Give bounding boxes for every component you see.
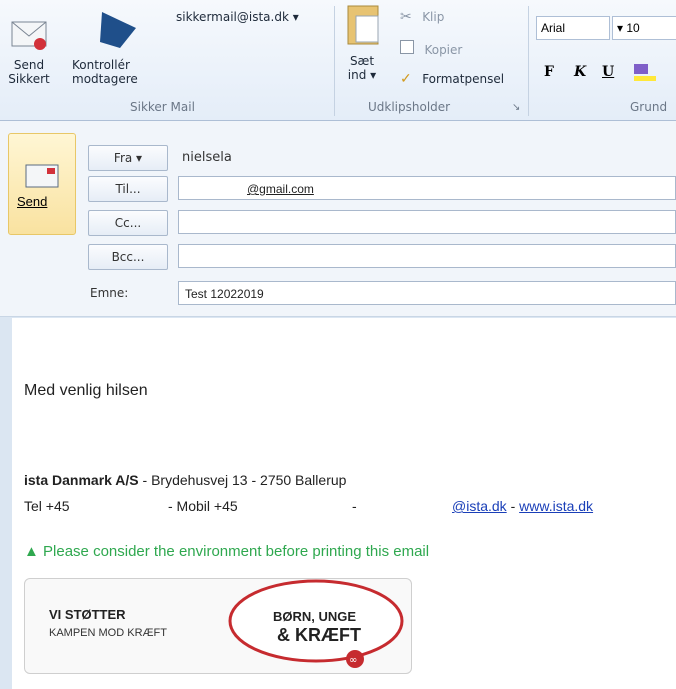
ribbon-separator [528,6,529,116]
signature-line-1: ista Danmark A/S - Brydehusvej 13 - 2750… [24,472,346,488]
tel-text: Tel +45 [24,498,70,514]
banner-left-title: VI STØTTER [49,607,126,622]
group-clipboard-label: Udklipsholder [368,100,451,114]
font-size-value: ▾ 10 [617,21,640,35]
environment-note-text: Please consider the environment before p… [43,543,430,560]
company-address: - Brydehusvej 13 - 2750 Ballerup [138,472,347,488]
clipboard-icon [347,5,379,45]
to-value: @gmail.com [247,182,314,196]
copy-icon [400,40,414,54]
banner-left-subtitle: KAMPEN MOD KRÆFT [49,627,167,639]
compose-window: Send Sikkert Kontrollér modtagere sikker… [0,0,676,689]
group-secure-mail-label: Sikker Mail [130,100,195,114]
email-link[interactable]: @ista.dk [452,498,507,514]
subject-label: Emne: [90,286,129,300]
font-size-select[interactable]: ▾ 10 [612,16,676,40]
highlight-icon[interactable] [634,64,660,82]
website-link[interactable]: www.ista.dk [519,498,593,514]
bold-button[interactable]: F [544,64,554,80]
send-button[interactable]: Send [8,133,76,235]
subject-value: Test 12022019 [185,287,264,301]
mobile-text: - Mobil +45 [168,498,238,514]
paste-label: Sæt ind ▾ [347,54,377,82]
cut-label: Klip [422,10,445,24]
recycle-tree-icon: ▲ [24,543,39,560]
check-recipients-button[interactable]: Kontrollér modtagere [72,8,168,94]
cc-field[interactable] [178,210,676,234]
copy-label: Kopier [424,43,463,57]
to-field[interactable]: @gmail.com [178,176,676,200]
shield-check-icon [100,12,136,48]
contact-links: @ista.dk - www.ista.dk [452,498,593,514]
send-label: Send [17,194,48,209]
dialog-launcher-icon[interactable]: ↘ [512,102,520,113]
separator-dash: - [352,498,357,514]
banner-right-subtitle: & KRÆFT [277,625,361,645]
font-name-value: Arial [541,21,566,35]
paste-button[interactable]: Sæt ind ▾ [342,2,386,94]
check-recipients-label: Kontrollér modtagere [72,58,138,86]
bcc-button[interactable]: Bcc... [88,244,168,270]
underline-button[interactable]: U [602,64,614,80]
link-separator: - [506,498,520,514]
secure-mail-icon [11,21,47,50]
environment-note: ▲ Please consider the environment before… [24,543,429,560]
ribbon-separator [334,6,335,116]
cut-button[interactable]: ✂ Klip [400,8,444,26]
italic-button[interactable]: K [574,64,586,80]
cc-button[interactable]: Cc... [88,210,168,236]
bcc-field[interactable] [178,244,676,268]
greeting-text: Med venlig hilsen [24,382,148,399]
format-painter-button[interactable]: ✓ Formatpensel [400,70,504,88]
font-name-select[interactable]: Arial [536,16,610,40]
subject-field[interactable]: Test 12022019 [178,281,676,305]
envelope-icon [25,164,59,188]
company-name: ista Danmark A/S [24,472,139,488]
scissors-icon: ✂ [400,8,412,24]
ribbon: Send Sikkert Kontrollér modtagere sikker… [0,0,676,121]
banner-right-title: BØRN, UNGE [273,609,357,624]
support-banner: VI STØTTER KAMPEN MOD KRÆFT ∞ BØRN, UNGE… [24,578,412,674]
svg-text:∞: ∞ [349,655,357,666]
from-value: nielsela [182,150,232,165]
to-button[interactable]: Til... [88,176,168,202]
format-painter-label: Formatpensel [422,72,505,86]
send-secure-button[interactable]: Send Sikkert [4,8,54,94]
paintbrush-icon: ✓ [400,70,412,86]
group-basic-text-label: Grund [630,100,668,114]
account-selector[interactable]: sikkermail@ista.dk ▾ [176,10,299,24]
send-secure-label: Send Sikkert [8,58,50,86]
from-button[interactable]: Fra ▾ [88,145,168,171]
copy-button[interactable]: Kopier [400,40,462,58]
